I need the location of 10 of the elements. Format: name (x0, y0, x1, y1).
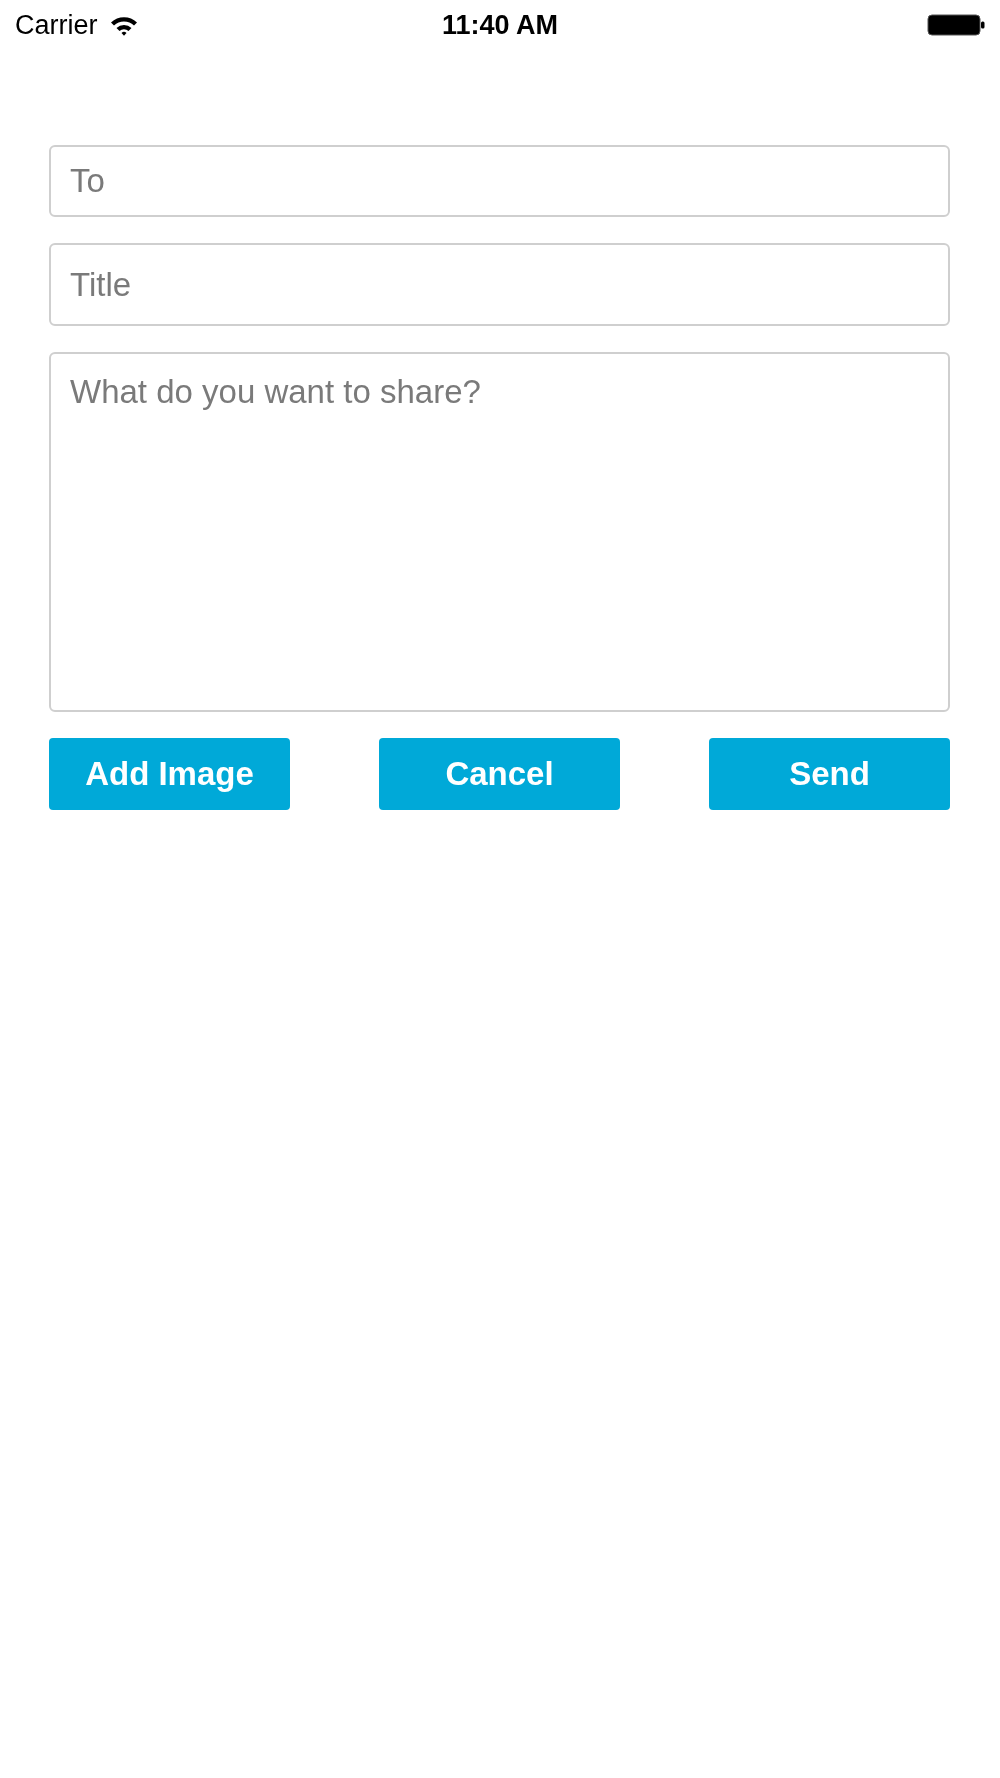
action-button[interactable]: Cancel (379, 738, 620, 810)
battery-icon (927, 14, 985, 36)
status-time: 11:40 AM (441, 9, 559, 41)
message-text-area[interactable]: What do you want to share? (49, 352, 950, 712)
wifi-icon (109, 14, 138, 36)
text-input-field[interactable]: Title (49, 243, 950, 326)
action-button[interactable]: Send (709, 738, 950, 810)
text-input-field[interactable]: To (49, 145, 950, 217)
carrier-name: Carrier (15, 9, 98, 41)
action-button[interactable]: Add Image (49, 738, 290, 810)
